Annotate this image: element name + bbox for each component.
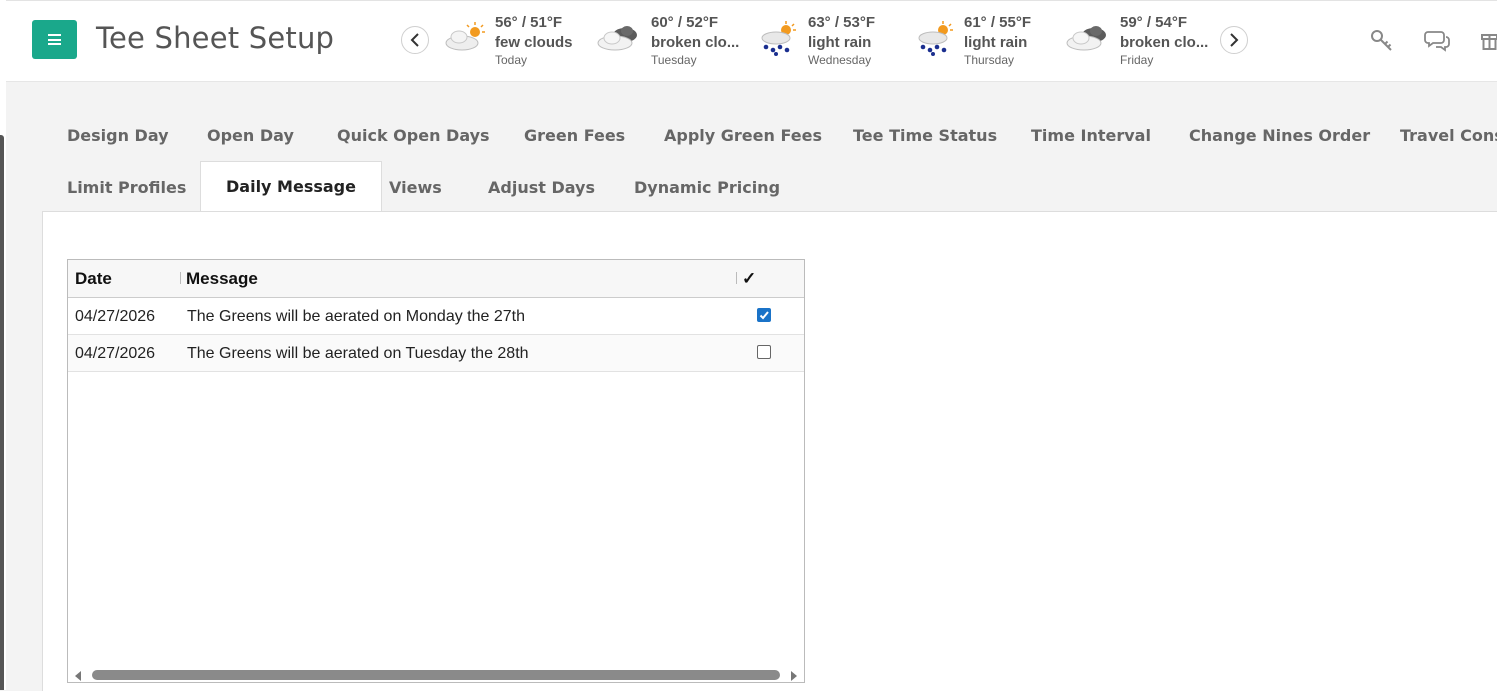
- chat-icon[interactable]: [1424, 29, 1450, 53]
- tab-design-day[interactable]: Design Day: [42, 111, 194, 161]
- dark-cloud-icon: [1066, 26, 1106, 51]
- tab-time-interval[interactable]: Time Interval: [1006, 111, 1176, 161]
- chevron-left-icon: [410, 33, 419, 47]
- cell-date: 04/27/2026: [75, 345, 156, 362]
- tab-daily-message[interactable]: Daily Message: [200, 161, 382, 213]
- tab-dynamic-pricing[interactable]: Dynamic Pricing: [609, 163, 805, 213]
- column-separator[interactable]: [736, 272, 737, 284]
- weather-day-1: 56° / 51°F few clouds Today: [495, 13, 573, 67]
- weather-temps: 59° / 54°F: [1120, 14, 1188, 31]
- tab-change-nines-order[interactable]: Change Nines Order: [1164, 111, 1395, 161]
- weather-desc: few clouds: [495, 34, 573, 51]
- column-header-date[interactable]: Date: [75, 260, 112, 297]
- weather-desc: light rain: [964, 34, 1028, 51]
- tab-adjust-days[interactable]: Adjust Days: [463, 163, 620, 213]
- dark-cloud-icon: [597, 26, 637, 51]
- horizontal-scrollbar[interactable]: [68, 664, 804, 682]
- tab-tee-time-status[interactable]: Tee Time Status: [828, 111, 1022, 161]
- sun-cloud-icon: [445, 22, 485, 51]
- menu-button[interactable]: [32, 20, 77, 59]
- cell-date: 04/27/2026: [75, 308, 156, 325]
- rain-sun-icon: [918, 21, 953, 56]
- weather-day-3: 63° / 53°F light rain Wednesday: [808, 13, 875, 67]
- weather-desc: light rain: [808, 34, 872, 51]
- row-active-checkbox[interactable]: [757, 308, 771, 322]
- column-separator[interactable]: [180, 272, 181, 284]
- key-icon[interactable]: [1370, 29, 1394, 53]
- weather-prev-button[interactable]: [401, 26, 429, 54]
- weather-temps: 61° / 55°F: [964, 14, 1032, 31]
- weather-day: Tuesday: [651, 53, 697, 67]
- top-header: Tee Sheet Setup 56° / 51°F few clouds To…: [6, 0, 1497, 82]
- weather-desc: broken clo...: [651, 34, 740, 51]
- cell-message: The Greens will be aerated on Tuesday th…: [187, 345, 529, 362]
- weather-next-button[interactable]: [1220, 26, 1248, 54]
- tab-travel-const[interactable]: Travel Const: [1375, 111, 1497, 161]
- table-row[interactable]: 04/27/2026 The Greens will be aerated on…: [68, 298, 804, 335]
- hamburger-icon: [48, 34, 61, 45]
- weather-desc: broken clo...: [1120, 34, 1209, 51]
- gift-icon[interactable]: [1481, 29, 1497, 51]
- grid-header: Date Message ✓: [68, 260, 804, 298]
- weather-day: Thursday: [964, 53, 1015, 67]
- row-active-checkbox[interactable]: [757, 345, 771, 359]
- weather-temps: 60° / 52°F: [651, 14, 719, 31]
- weather-temps: 63° / 53°F: [808, 14, 876, 31]
- weather-temps: 56° / 51°F: [495, 14, 563, 31]
- tab-green-fees[interactable]: Green Fees: [499, 111, 650, 161]
- rain-sun-icon: [761, 21, 796, 56]
- scrollbar-thumb[interactable]: [92, 670, 780, 680]
- weather-day-2: 60° / 52°F broken clo... Tuesday: [651, 13, 739, 67]
- column-header-check[interactable]: ✓: [742, 260, 756, 297]
- cell-message: The Greens will be aerated on Monday the…: [187, 308, 525, 325]
- chevron-right-icon: [1230, 33, 1239, 47]
- scroll-right-arrow-icon[interactable]: [791, 671, 797, 681]
- weather-day-5: 59° / 54°F broken clo... Friday: [1120, 13, 1208, 67]
- weather-day: Friday: [1120, 53, 1154, 67]
- table-row[interactable]: 04/27/2026 The Greens will be aerated on…: [68, 335, 804, 372]
- setup-tabs: Design Day Open Day Quick Open Days Gree…: [42, 110, 1497, 213]
- weather-day-4: 61° / 55°F light rain Thursday: [964, 13, 1031, 67]
- tab-limit-profiles[interactable]: Limit Profiles: [42, 163, 211, 213]
- daily-message-grid: Date Message ✓ 04/27/2026 The Greens wil…: [67, 259, 805, 683]
- check-icon: [759, 311, 769, 320]
- scroll-left-arrow-icon[interactable]: [75, 671, 81, 681]
- tab-quick-open-days[interactable]: Quick Open Days: [312, 111, 515, 161]
- left-edge: [0, 0, 6, 690]
- tab-apply-green-fees[interactable]: Apply Green Fees: [639, 111, 847, 161]
- column-header-message[interactable]: Message: [186, 260, 258, 297]
- page-title: Tee Sheet Setup: [96, 21, 335, 55]
- tab-views[interactable]: Views: [364, 163, 467, 213]
- weather-day: Today: [495, 53, 528, 67]
- tab-open-day[interactable]: Open Day: [182, 111, 319, 161]
- weather-day: Wednesday: [808, 53, 872, 67]
